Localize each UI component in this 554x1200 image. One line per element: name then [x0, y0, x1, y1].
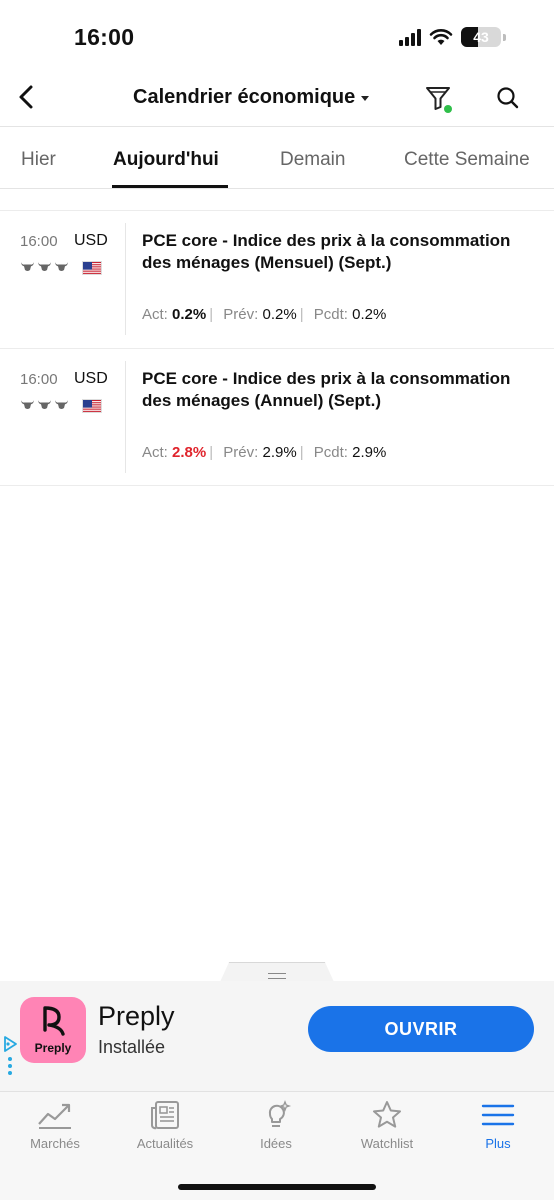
battery-icon: 43 — [461, 27, 501, 47]
preply-app-icon[interactable]: Preply — [20, 997, 86, 1063]
tab-hier[interactable]: Hier — [21, 149, 56, 171]
events-list: 16:00 USD PCE core - Indice des prix à l… — [0, 210, 554, 486]
newspaper-icon — [151, 1101, 179, 1130]
actual-value: 2.8% — [172, 444, 207, 461]
event-time: 16:00 — [20, 233, 58, 250]
event-stats: Act: 2.8% | Prév: 2.9% | Pcdt: 2.9% — [142, 444, 387, 461]
event-divider — [125, 223, 126, 335]
search-icon — [497, 87, 519, 109]
forecast-value: 2.9% — [262, 444, 297, 461]
event-row[interactable]: 16:00 USD PCE core - Indice des prix à l… — [0, 348, 554, 486]
status-time: 16:00 — [74, 24, 135, 50]
ad-drawer-handle[interactable] — [220, 962, 334, 982]
event-row[interactable]: 16:00 USD PCE core - Indice des prix à l… — [0, 210, 554, 348]
actual-value: 0.2% — [172, 306, 207, 323]
event-currency: USD — [74, 370, 108, 387]
tab-cette-semaine[interactable]: Cette Semaine — [404, 149, 530, 171]
forecast-label: Prév: — [223, 444, 259, 461]
filter-active-dot — [444, 105, 452, 113]
importance-bulls — [20, 399, 69, 410]
ad-options-icon[interactable] — [8, 1057, 12, 1075]
bull-icon — [21, 262, 34, 271]
nav-item-idees[interactable]: Idées — [221, 1100, 331, 1151]
previous-label: Pcdt: — [313, 444, 348, 461]
app-icon-label: Preply — [34, 1041, 72, 1055]
previous-value: 0.2% — [352, 306, 387, 323]
search-button[interactable] — [494, 84, 524, 114]
home-indicator — [178, 1184, 376, 1190]
drag-handle-icon — [268, 973, 286, 979]
nav-label: Actualités — [136, 1136, 194, 1151]
event-currency: USD — [74, 232, 108, 249]
nav-header: Calendrier économique — [0, 72, 554, 126]
page-title: Calendrier économique — [133, 86, 356, 108]
bull-icon — [55, 400, 68, 409]
battery-tip — [503, 33, 506, 41]
previous-label: Pcdt: — [313, 306, 348, 323]
event-divider — [125, 361, 126, 473]
bull-icon — [38, 262, 51, 271]
nav-label: Marchés — [30, 1136, 80, 1151]
cellular-signal-icon — [399, 28, 421, 46]
lightbulb-icon — [268, 1100, 292, 1127]
active-tab-indicator — [112, 185, 228, 188]
adchoices-icon[interactable] — [2, 1035, 18, 1053]
open-app-button[interactable]: OUVRIR — [308, 1006, 534, 1052]
us-flag-icon — [82, 261, 102, 275]
nav-item-actualites[interactable]: Actualités — [110, 1100, 220, 1151]
tab-aujourdhui[interactable]: Aujourd'hui — [113, 149, 219, 171]
status-icons: 43 — [399, 27, 506, 47]
importance-bulls — [20, 261, 69, 272]
event-time: 16:00 — [20, 371, 58, 388]
nav-label: Plus — [485, 1136, 511, 1151]
us-flag-icon — [82, 399, 102, 413]
star-icon — [373, 1101, 401, 1128]
page-title-dropdown[interactable]: Calendrier économique — [133, 86, 370, 109]
bull-icon — [55, 262, 68, 271]
chart-trend-icon — [38, 1103, 71, 1129]
nav-label: Idées — [260, 1136, 292, 1151]
nav-item-marches[interactable]: Marchés — [0, 1100, 110, 1151]
bull-icon — [38, 400, 51, 409]
status-bar: 16:00 43 — [0, 0, 554, 76]
forecast-value: 0.2% — [262, 306, 297, 323]
ad-install-status: Installée — [98, 1037, 166, 1057]
battery-level: 43 — [473, 29, 489, 45]
menu-icon — [481, 1104, 515, 1126]
nav-item-plus[interactable]: Plus — [443, 1100, 553, 1151]
event-title: PCE core - Indice des prix à la consomma… — [142, 231, 511, 272]
filter-button[interactable] — [424, 84, 454, 114]
nav-item-watchlist[interactable]: Watchlist — [332, 1100, 442, 1151]
chevron-left-icon — [19, 85, 33, 109]
event-stats: Act: 0.2% | Prév: 0.2% | Pcdt: 0.2% — [142, 306, 387, 323]
nav-label: Watchlist — [360, 1136, 414, 1151]
ad-app-name: Preply — [98, 1001, 175, 1031]
date-tabs: Hier Aujourd'hui Demain Cette Semaine — [0, 127, 554, 189]
event-title: PCE core - Indice des prix à la consomma… — [142, 369, 511, 410]
preply-logo-icon — [43, 1006, 65, 1036]
bull-icon — [21, 400, 34, 409]
previous-value: 2.9% — [352, 444, 387, 461]
caret-down-icon — [361, 96, 370, 101]
wifi-icon — [429, 29, 453, 45]
tab-demain[interactable]: Demain — [280, 149, 345, 171]
ad-banner[interactable]: Preply Preply Installée OUVRIR — [0, 981, 554, 1091]
actual-label: Act: — [142, 306, 168, 323]
forecast-label: Prév: — [223, 306, 259, 323]
back-button[interactable] — [12, 82, 42, 112]
actual-label: Act: — [142, 444, 168, 461]
